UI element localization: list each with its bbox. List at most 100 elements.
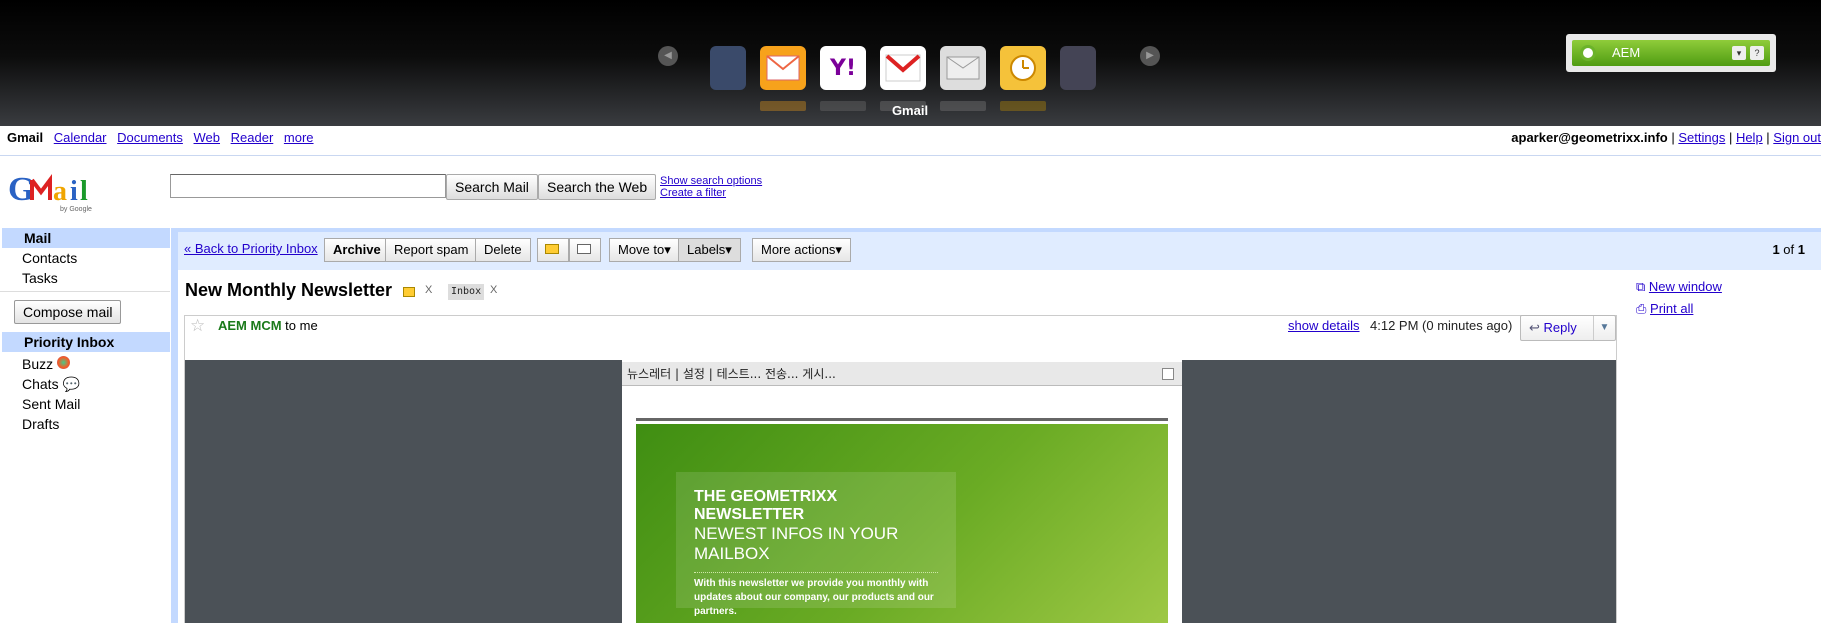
svg-text:a: a <box>53 176 67 207</box>
compose-button[interactable]: Compose mail <box>14 300 122 324</box>
more-actions-button[interactable]: More actions▾ <box>752 238 851 262</box>
nav-contacts[interactable]: Contacts <box>0 248 170 268</box>
unimportant-marker-icon <box>577 244 591 254</box>
chat-bubble-icon: 💬 <box>62 376 80 392</box>
message-time: 4:12 PM (0 minutes ago) <box>1370 318 1513 333</box>
show-details-link[interactable]: show details <box>1288 318 1360 333</box>
search-input[interactable] <box>170 174 446 198</box>
mail-app-icon[interactable] <box>760 46 806 90</box>
svg-text:by Google: by Google <box>60 206 92 213</box>
settings-link[interactable]: Settings <box>1678 130 1725 145</box>
folder-priority-inbox[interactable]: Priority Inbox <box>2 332 170 352</box>
print-icon: ⎙ <box>1636 301 1647 316</box>
remove-label-x[interactable]: X <box>425 284 432 296</box>
yahoo-app-icon[interactable]: Y! <box>820 46 866 90</box>
nav-divider <box>0 291 170 292</box>
gbar-documents[interactable]: Documents <box>117 128 183 148</box>
labels-button[interactable]: Labels▾ <box>678 238 741 262</box>
page-of: of <box>1783 242 1795 257</box>
aem-bar[interactable]: AEM ▾ ? <box>1572 40 1770 66</box>
inbox-label[interactable]: Inbox <box>448 284 485 300</box>
folder-buzz[interactable]: Buzz <box>0 354 170 374</box>
gbar-more[interactable]: more <box>284 128 314 148</box>
message-header: AEM MCM to me <box>218 318 318 333</box>
folder-sent[interactable]: Sent Mail <box>0 394 170 414</box>
help-link[interactable]: Help <box>1736 130 1763 145</box>
aem-dropdown-icon[interactable]: ▾ <box>1732 46 1746 60</box>
new-window-link[interactable]: New window <box>1649 279 1722 294</box>
svg-text:l: l <box>80 176 88 207</box>
icon-reflection <box>820 101 866 111</box>
next-arrow-icon[interactable]: ▶ <box>1140 46 1160 66</box>
aem-help-icon[interactable]: ? <box>1750 46 1764 60</box>
recipient-text: to me <box>285 318 318 333</box>
nav-tasks[interactable]: Tasks <box>0 268 170 288</box>
app-icon-partial[interactable] <box>710 46 746 90</box>
back-to-inbox-link[interactable]: « Back to Priority Inbox <box>184 241 318 256</box>
move-to-button[interactable]: Move to▾ <box>609 238 680 262</box>
newsletter-close-icon[interactable] <box>1162 368 1174 380</box>
print-all-link[interactable]: Print all <box>1650 301 1693 316</box>
archive-button[interactable]: Archive <box>324 238 390 262</box>
folder-chats-label: Chats <box>22 376 59 392</box>
aem-logo-icon <box>1580 45 1596 61</box>
user-bar: aparker@geometrixx.info | Settings | Hel… <box>1511 130 1821 145</box>
folder-list: Priority Inbox Buzz Chats 💬 Sent Mail Dr… <box>0 332 170 434</box>
gbar-web[interactable]: Web <box>194 128 221 148</box>
new-window-action[interactable]: ⧉ New window <box>1636 276 1722 298</box>
remove-inbox-label-x[interactable]: X <box>490 284 497 296</box>
search-web-button[interactable]: Search the Web <box>538 174 657 200</box>
signout-link[interactable]: Sign out <box>1773 130 1821 145</box>
new-window-icon: ⧉ <box>1636 279 1646 294</box>
user-email: aparker@geometrixx.info <box>1511 130 1668 145</box>
mark-important-button[interactable] <box>537 238 569 262</box>
app-switcher-bar: ◀ Y! ▶ Gmail AEM ▾ ? <box>0 0 1821 126</box>
folder-chats[interactable]: Chats 💬 <box>0 374 170 394</box>
folder-buzz-label: Buzz <box>22 356 54 372</box>
aem-label: AEM <box>1612 45 1641 60</box>
app-icon-partial[interactable] <box>1060 46 1096 90</box>
reply-label: Reply <box>1543 320 1577 335</box>
google-bar: Gmail Calendar Documents Web Reader more… <box>0 128 1821 156</box>
print-all-action[interactable]: ⎙ Print all <box>1636 298 1722 320</box>
aem-widget: AEM ▾ ? <box>1566 34 1776 72</box>
show-search-options-link[interactable]: Show search options <box>660 175 762 187</box>
sender-name[interactable]: AEM MCM <box>218 318 282 333</box>
gbar-reader[interactable]: Reader <box>231 128 274 148</box>
gbar-calendar[interactable]: Calendar <box>54 128 107 148</box>
icon-reflection <box>1000 101 1046 111</box>
reply-arrow-icon: ↩ <box>1529 320 1540 335</box>
create-filter-link[interactable]: Create a filter <box>660 187 726 199</box>
selected-app-caption: Gmail <box>891 103 929 118</box>
page-current: 1 <box>1772 242 1780 257</box>
newsletter-rule <box>636 418 1168 421</box>
left-nav: Mail Contacts Tasks <box>0 228 170 288</box>
report-spam-button[interactable]: Report spam <box>385 238 478 262</box>
reply-button[interactable]: ↩ Reply ▼ <box>1520 315 1616 341</box>
prev-arrow-icon[interactable]: ◀ <box>658 46 678 66</box>
page-total: 1 <box>1797 242 1805 257</box>
star-icon[interactable]: ☆ <box>190 316 205 336</box>
delete-button[interactable]: Delete <box>475 238 531 262</box>
message-subject: New Monthly Newsletter <box>185 280 393 300</box>
outlook-app-icon[interactable] <box>1000 46 1046 90</box>
mark-unimportant-button[interactable] <box>569 238 601 262</box>
important-marker-icon <box>545 244 559 254</box>
reply-dropdown-icon[interactable]: ▼ <box>1593 316 1615 340</box>
side-actions: ⧉ New window ⎙ Print all <box>1636 276 1722 320</box>
newsletter-body: With this newsletter we provide you mont… <box>694 578 934 617</box>
gbar-gmail: Gmail <box>7 130 44 145</box>
gmail-logo[interactable]: G a i l by Google <box>8 168 103 214</box>
icon-reflection <box>760 101 806 111</box>
newsletter-toolbar[interactable]: 뉴스레터 | 설정 | 테스트... 전송... 게시... <box>622 362 1182 386</box>
envelope-app-icon[interactable] <box>940 46 986 90</box>
search-mail-button[interactable]: Search Mail <box>446 174 538 200</box>
pager: 1 of 1 <box>1772 242 1805 257</box>
gmail-app-icon[interactable] <box>880 46 926 90</box>
nav-mail[interactable]: Mail <box>2 228 170 248</box>
buzz-icon <box>57 356 71 369</box>
newsletter-subtitle: NEWEST INFOS IN YOUR MAILBOX <box>694 524 899 563</box>
newsletter-card: THE GEOMETRIXX NEWSLETTER NEWEST INFOS I… <box>676 472 956 617</box>
folder-drafts[interactable]: Drafts <box>0 414 170 434</box>
newsletter-divider <box>694 572 938 573</box>
